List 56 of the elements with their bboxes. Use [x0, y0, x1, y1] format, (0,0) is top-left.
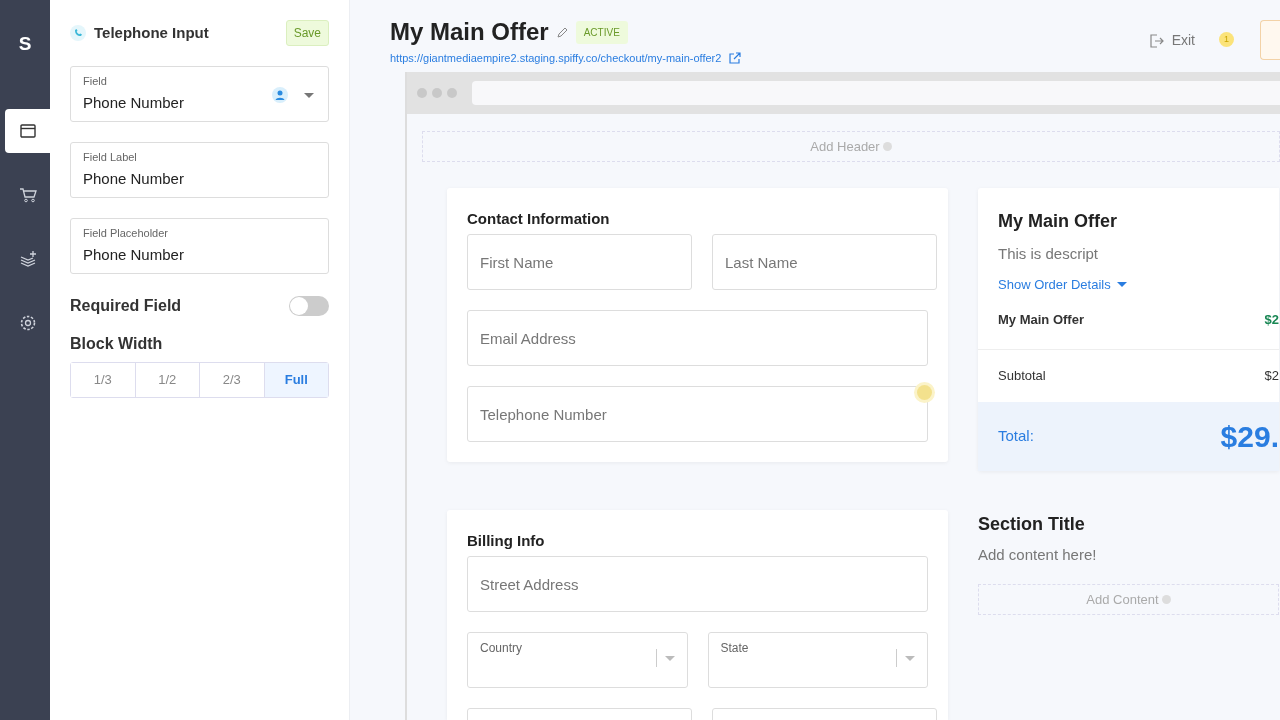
total-label: Total:: [998, 425, 1034, 446]
phone-icon: [70, 25, 86, 41]
nav-tab[interactable]: [5, 108, 50, 153]
exit-button[interactable]: Exit: [1149, 30, 1195, 51]
section-heading: Billing Info: [467, 532, 546, 550]
external-link-icon: [729, 52, 742, 65]
width-option[interactable]: 1/3: [71, 363, 136, 397]
item-name: My Main Offer: [998, 310, 1084, 329]
caret-icon: [905, 655, 915, 661]
add-content-button[interactable]: Add Content: [978, 584, 1279, 615]
save-button[interactable]: Save: [285, 20, 329, 46]
subtotal-value: $2: [1264, 367, 1279, 385]
form-field[interactable]: Field Placeholder Phone Number: [70, 218, 329, 274]
summary-title: My Main Offer: [998, 210, 1118, 233]
section-text: Add content here!: [978, 544, 1098, 565]
caret-icon: [304, 92, 314, 98]
status-badge: ACTIVE: [575, 20, 628, 44]
user-icon: [272, 87, 288, 103]
description-text: This is descript: [998, 244, 1100, 264]
select-field[interactable]: State: [707, 632, 928, 688]
item-price: $2: [1264, 310, 1279, 329]
plus-icon: [882, 142, 892, 151]
cart-icon: [18, 185, 37, 204]
caret-icon: [1116, 281, 1127, 287]
form-field[interactable]: Field Phone Number: [70, 66, 329, 122]
show-details-link[interactable]: Show Order Details: [998, 274, 1127, 294]
layers-plus-icon: [18, 249, 37, 268]
plus-icon: [1161, 595, 1171, 604]
width-option[interactable]: Full: [264, 363, 328, 397]
input-field[interactable]: Telephone Number: [467, 386, 928, 442]
url-link[interactable]: https://giantmediaempire2.staging.spiffy.co/checkout/my-main-offer2: [390, 50, 722, 67]
browser-window-icon: [18, 121, 37, 140]
field-label: Block Width: [70, 334, 164, 354]
window-dot: [432, 88, 442, 98]
subtotal-label: Subtotal: [998, 367, 1046, 385]
pencil-icon: [556, 26, 568, 38]
window-dot: [417, 88, 427, 98]
input-field[interactable]: Last Name: [712, 234, 937, 290]
total-value: $29.: [1220, 418, 1279, 455]
section-title: Section Title: [978, 512, 1086, 536]
caret-icon: [664, 655, 675, 661]
exit-icon: [1149, 33, 1164, 48]
toggle-switch[interactable]: [289, 296, 329, 316]
panel-title: Telephone Input: [94, 22, 209, 43]
input-field[interactable]: Email Address: [467, 310, 928, 366]
select-field[interactable]: Country: [467, 632, 688, 688]
settings-icon: [18, 313, 37, 332]
add-header-button[interactable]: Add Header: [422, 131, 1280, 162]
window-dot: [447, 88, 457, 98]
input-field[interactable]: Street Address: [467, 556, 928, 612]
form-field[interactable]: Field Label Phone Number: [70, 142, 329, 198]
field-label: Required Field: [70, 296, 182, 316]
section-heading: Contact Information: [467, 210, 611, 228]
input-field[interactable]: First Name: [467, 234, 692, 290]
logo[interactable]: S: [18, 30, 32, 59]
page-title: My Main Offer: [390, 17, 549, 47]
